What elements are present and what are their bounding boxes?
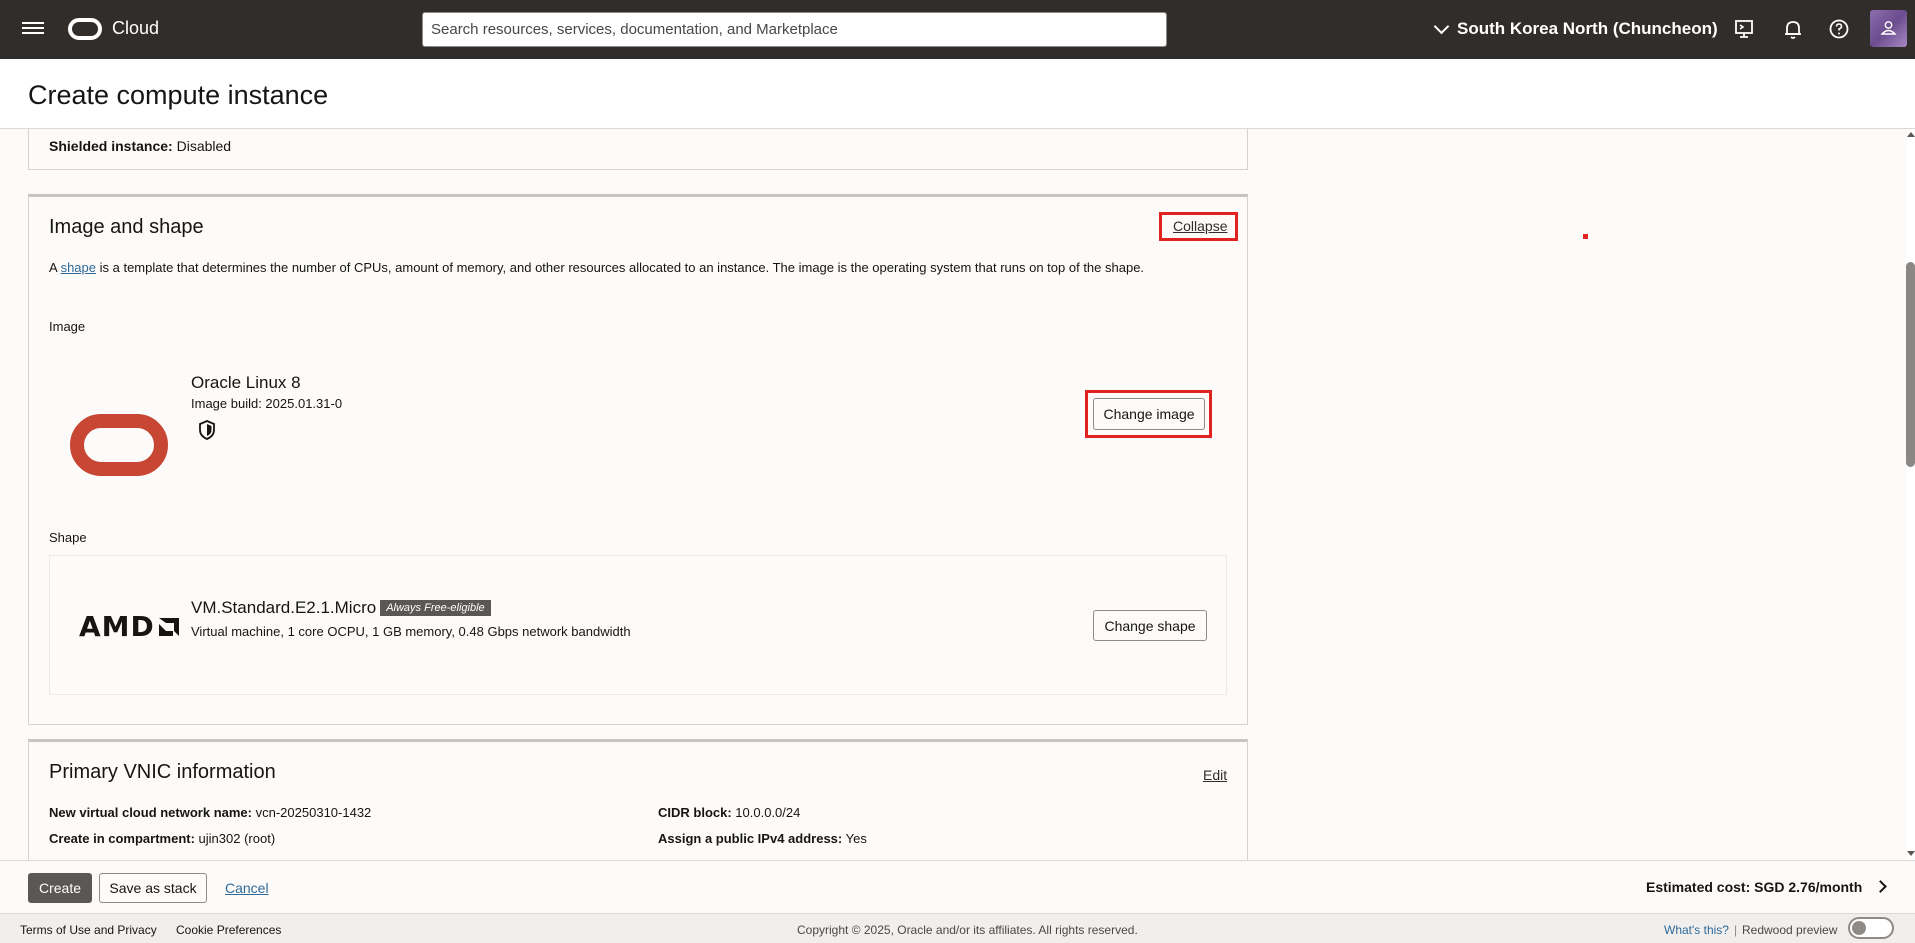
- desc-prefix: A: [49, 260, 61, 275]
- shape-name: VM.Standard.E2.1.Micro: [191, 598, 377, 617]
- public-ip-label: Assign a public IPv4 address:: [658, 831, 843, 846]
- collapse-link[interactable]: Collapse: [1173, 218, 1227, 234]
- vcn-name-row: New virtual cloud network name: vcn-2025…: [49, 805, 371, 820]
- vcn-name-value: vcn-20250310-1432: [255, 805, 372, 820]
- compartment-label: Create in compartment:: [49, 831, 195, 846]
- brand-label: Cloud: [112, 18, 160, 38]
- create-button[interactable]: Create: [28, 873, 92, 903]
- amd-logo-text: AMD: [79, 610, 155, 643]
- shielded-instance-label: Shielded instance:: [49, 138, 173, 154]
- redwood-preview-label: Redwood preview: [1742, 923, 1838, 937]
- cookie-preferences-link[interactable]: Cookie Preferences: [176, 923, 281, 937]
- cidr-row: CIDR block: 10.0.0.0/24: [658, 805, 800, 820]
- scrollbar-thumb[interactable]: [1906, 262, 1915, 467]
- shape-details: Virtual machine, 1 core OCPU, 1 GB memor…: [191, 624, 631, 639]
- shielded-instance-value: Disabled: [176, 138, 232, 154]
- cidr-label: CIDR block:: [658, 805, 732, 820]
- search-input[interactable]: [422, 12, 1167, 47]
- user-avatar[interactable]: [1870, 10, 1907, 47]
- shielded-instance-row: Shielded instance: Disabled: [49, 138, 231, 154]
- help-icon[interactable]: [1828, 18, 1850, 40]
- top-navigation-bar: Cloud South Korea North (Chuncheon): [0, 0, 1915, 59]
- security-summary-card: Shielded instance: Disabled: [28, 129, 1248, 170]
- action-bar: Create Save as stack Cancel Estimated co…: [0, 860, 1915, 913]
- page-title: Create compute instance: [28, 80, 329, 110]
- scroll-down-icon[interactable]: [1907, 851, 1915, 857]
- primary-vnic-card: Primary VNIC information Edit New virtua…: [28, 739, 1248, 860]
- shape-label: Shape: [49, 530, 87, 545]
- amd-arrow-icon: [158, 618, 179, 636]
- page-header: Create compute instance: [0, 59, 1915, 129]
- notification-bell-icon[interactable]: [1782, 18, 1804, 40]
- menu-icon[interactable]: [22, 19, 44, 39]
- footer: Terms of Use and Privacy Cookie Preferen…: [0, 913, 1915, 943]
- public-ip-row: Assign a public IPv4 address: Yes: [658, 831, 867, 846]
- cloud-shell-icon[interactable]: [1733, 18, 1755, 40]
- shape-doc-link[interactable]: shape: [61, 260, 96, 275]
- save-as-stack-button[interactable]: Save as stack: [99, 873, 207, 903]
- main-content: Shielded instance: Disabled Image and sh…: [0, 129, 1908, 860]
- desc-suffix: is a template that determines the number…: [96, 260, 1145, 275]
- cidr-value: 10.0.0.0/24: [735, 805, 801, 820]
- section-title-primary-vnic: Primary VNIC information: [49, 761, 276, 783]
- oracle-linux-logo: [70, 414, 168, 476]
- free-eligible-badge: Always Free-eligible: [380, 600, 491, 616]
- footer-divider: |: [1734, 923, 1738, 937]
- image-label: Image: [49, 319, 86, 334]
- shape-panel: AMD VM.Standard.E2.1.Micro Always Free-el…: [49, 555, 1227, 695]
- shield-icon: [199, 420, 215, 440]
- scroll-up-icon[interactable]: [1907, 131, 1915, 137]
- cursor-marker: [1583, 234, 1588, 239]
- shape-name-row: VM.Standard.E2.1.Micro Always Free-eligib…: [191, 598, 491, 618]
- oracle-cloud-logo[interactable]: [68, 18, 102, 40]
- compartment-value: ujin302 (root): [198, 831, 276, 846]
- chevron-right-icon[interactable]: [1874, 880, 1887, 893]
- image-and-shape-card: Image and shape Collapse A shape is a te…: [28, 194, 1248, 725]
- section-title-image-and-shape: Image and shape: [49, 216, 204, 238]
- image-name: Oracle Linux 8: [191, 373, 301, 392]
- vcn-name-label: New virtual cloud network name:: [49, 805, 252, 820]
- redwood-preview-toggle[interactable]: [1848, 917, 1894, 939]
- vertical-scrollbar[interactable]: [1907, 129, 1915, 860]
- user-icon: [1880, 21, 1897, 35]
- edit-vnic-link[interactable]: Edit: [1203, 767, 1227, 783]
- change-image-button[interactable]: Change image: [1093, 398, 1205, 430]
- cancel-link[interactable]: Cancel: [225, 880, 269, 896]
- amd-logo: AMD: [79, 610, 181, 643]
- shape-description: A shape is a template that determines th…: [49, 260, 1219, 276]
- compartment-row: Create in compartment: ujin302 (root): [49, 831, 275, 846]
- estimated-cost-value: SGD 2.76/month: [1754, 879, 1863, 895]
- change-shape-button[interactable]: Change shape: [1093, 610, 1207, 641]
- public-ip-value: Yes: [845, 831, 867, 846]
- chevron-down-icon: [1433, 18, 1450, 34]
- region-label: South Korea North (Chuncheon): [1457, 19, 1718, 38]
- copyright-text: Copyright © 2025, Oracle and/or its affi…: [797, 923, 1138, 937]
- estimated-cost[interactable]: Estimated cost: SGD 2.76/month: [1646, 879, 1862, 895]
- region-selector[interactable]: South Korea North (Chuncheon): [1433, 18, 1718, 39]
- terms-link[interactable]: Terms of Use and Privacy: [20, 923, 157, 937]
- estimated-cost-label: Estimated cost:: [1646, 879, 1751, 895]
- whats-this-link[interactable]: What's this?: [1664, 923, 1729, 937]
- image-build: Image build: 2025.01.31-0: [191, 396, 343, 411]
